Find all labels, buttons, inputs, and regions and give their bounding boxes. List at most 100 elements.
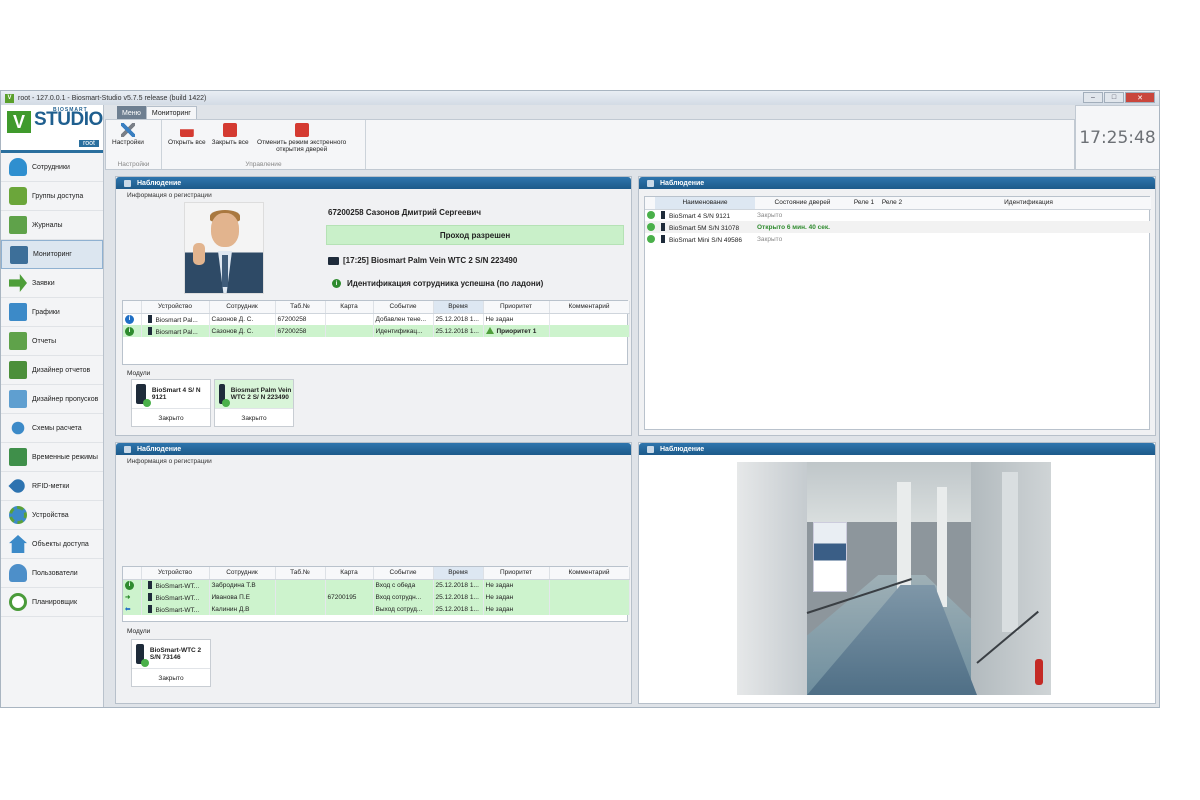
events-table[interactable]: Устройство Сотрудник Таб.№ Карта Событие… [122,566,630,622]
close-all-button[interactable]: Закрыть все [212,123,249,146]
column-header[interactable]: Реле 1 [850,197,878,210]
cell-card [325,325,374,337]
sidebar-item-journals[interactable]: Журналы [1,211,103,240]
sidebar-item-employees[interactable]: Сотрудники [1,153,103,182]
column-header[interactable]: Карта [325,567,374,580]
maximize-button[interactable]: □ [1104,92,1124,103]
cell-card [325,603,374,615]
sidebar-item-label: Сотрудники [32,163,70,171]
camera-view[interactable] [737,462,1051,695]
sidebar-item-label: Схемы расчета [32,424,82,432]
column-header[interactable]: Таб.№ [275,567,326,580]
sidebar-item-access-groups[interactable]: Группы доступа [1,182,103,211]
monitor-panel-1: Наблюдение Информация о регистрации 6720… [115,176,632,436]
column-header[interactable]: Состояние дверей [755,197,850,210]
column-header[interactable]: Комментарий [549,567,630,580]
sidebar-item-access-objects[interactable]: Объекты доступа [1,530,103,559]
monitor-panel-2: Наблюдение Наименование Состояние дверей… [638,176,1156,436]
table-row[interactable]: ⬅ BioSmart-WT... Калинин Д.В Выход сотру… [123,603,630,615]
column-header[interactable]: Идентификация [906,197,1151,210]
events-table[interactable]: Устройство Сотрудник Таб.№ Карта Событие… [122,300,630,365]
minimize-button[interactable]: – [1083,92,1103,103]
settings-button[interactable]: Настройки [112,123,144,146]
sidebar-item-pass-designer[interactable]: Дизайнер пропусков [1,385,103,414]
cell-employee: Сазонов Д. С. [209,325,276,337]
column-header[interactable]: Приоритет [483,567,550,580]
cell-time: 25.12.2018 1... [433,325,484,337]
column-header[interactable]: Время [433,301,484,314]
cell-device: Biosmart Pal... [155,316,198,324]
sidebar-item-charts[interactable]: Графики [1,298,103,327]
device-icon [661,234,665,243]
sidebar-item-time-modes[interactable]: Временные режимы [1,443,103,472]
cell-comment [549,325,630,337]
column-header[interactable]: Событие [373,567,434,580]
open-all-button[interactable]: Открыть все [168,123,206,146]
event-device-text: [17:25] Biosmart Palm Vein WTC 2 S/N 223… [343,256,518,265]
table-row[interactable]: i BioSmart-WT... Забродина Т.В Вход с об… [123,579,630,591]
sidebar-item-monitoring[interactable]: Мониторинг [1,240,103,269]
column-header[interactable]: Наименование [655,197,755,210]
sidebar-item-requests[interactable]: Заявки [1,269,103,298]
sidebar-item-users[interactable]: Пользователи [1,559,103,588]
column-header[interactable]: Таб.№ [275,301,326,314]
time-mode-icon [9,448,27,466]
sidebar-item-label: Группы доступа [32,192,84,200]
module-name: BioSmart-WTC 2 S/N 73146 [149,646,202,661]
sidebar-item-report-designer[interactable]: Дизайнер отчетов [1,356,103,385]
app-icon: V [5,93,14,103]
devices-table[interactable]: Наименование Состояние дверей Реле 1 Рел… [644,196,1151,430]
sidebar-item-rfid[interactable]: RFID-метки [1,472,103,501]
device-icon [328,256,339,265]
cell-comment [549,313,630,325]
table-row[interactable]: i Biosmart Pal... Сазонов Д. С. 67200258… [123,313,630,325]
sidebar-item-scheduler[interactable]: Планировщик [1,588,103,617]
check-icon [221,399,230,407]
sidebar-item-label: Устройства [32,511,69,519]
tab-monitoring[interactable]: Мониторинг [145,106,197,120]
column-header[interactable]: Карта [325,301,374,314]
table-row[interactable]: BioSmart 5M S/N 31078 Открыто 6 мин. 40 … [645,221,1151,233]
column-header[interactable]: Комментарий [549,301,630,314]
column-header[interactable]: Сотрудник [209,567,276,580]
module-card[interactable]: BioSmart-WTC 2 S/N 73146 Закрыто [131,639,211,687]
column-header[interactable]: Сотрудник [209,301,276,314]
table-row[interactable]: BioSmart 4 S/N 9121 Закрыто [645,209,1151,221]
banner-image [813,522,847,592]
table-row[interactable]: ➜ BioSmart-WT... Иванова П.Е 67200195 Вх… [123,591,630,603]
column-header[interactable]: Событие [373,301,434,314]
monitor-icon [10,245,28,264]
table-row[interactable]: BioSmart Mini S/N 49586 Закрыто [645,233,1151,245]
column-header[interactable]: Приоритет [483,301,550,314]
sidebar-item-reports[interactable]: Отчеты [1,327,103,356]
module-card[interactable]: BioSmart 4 S/ N 9121 Закрыто [131,379,211,427]
column-header[interactable] [123,301,142,314]
cell-priority: Приоритет 1 [496,328,537,335]
module-state: Закрыто [158,674,184,682]
column-header[interactable]: Реле 2 [878,197,906,210]
close-button[interactable]: ✕ [1125,92,1155,103]
monitor-panel-3: Наблюдение Информация о регистрации Устр… [115,442,632,704]
sidebar-item-devices[interactable]: Устройства [1,501,103,530]
column-header[interactable] [123,567,142,580]
column-header[interactable]: Устройство [141,567,210,580]
tab-menu[interactable]: Меню [117,106,146,120]
cancel-emergency-button[interactable]: Отменить режим экстренного открытия двер… [255,123,349,154]
cell-priority: Не задан [483,603,550,615]
app-window: V root - 127.0.0.1 - Biosmart-Studio v5.… [0,90,1160,708]
ok-icon [647,222,655,231]
module-card[interactable]: Biosmart Palm Vein WTC 2 S/ N 223490 Зак… [214,379,294,427]
column-header[interactable] [645,197,655,210]
table-row[interactable]: i Biosmart Pal... Сазонов Д. С. 67200258… [123,325,630,337]
sidebar-item-schemes[interactable]: Схемы расчета [1,414,103,443]
panel-header: Наблюдение [116,443,631,455]
column-header[interactable]: Устройство [141,301,210,314]
cell-card [325,313,374,325]
cell-comment [549,579,630,591]
column-header[interactable]: Время [433,567,484,580]
cell-tab [275,579,326,591]
cell-priority: Не задан [483,579,550,591]
device-icon [147,604,152,613]
registration-label: Информация о регистрации [127,192,212,199]
info-icon: i [125,314,134,324]
